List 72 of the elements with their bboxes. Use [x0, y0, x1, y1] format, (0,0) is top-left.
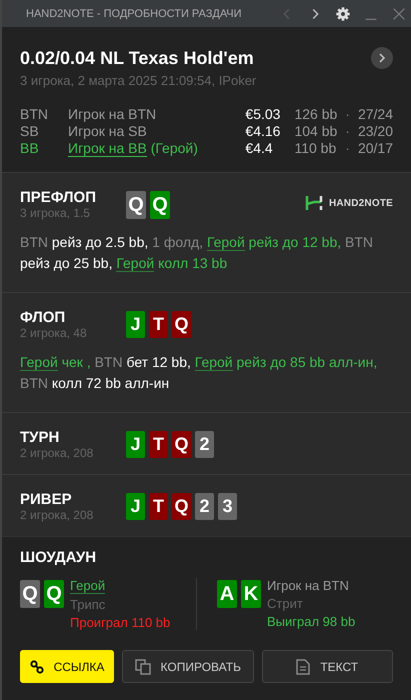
playing-card: T	[149, 431, 168, 458]
hero-link[interactable]: Герой	[116, 255, 154, 272]
text-button[interactable]: ТЕКСТ	[262, 650, 393, 683]
playing-card: 2	[195, 493, 214, 520]
playing-card: T	[149, 311, 168, 338]
hand-title: 0.02/0.04 NL Texas Hold'em	[20, 48, 255, 68]
link-button[interactable]: ССЫЛКА	[20, 650, 114, 683]
playing-card: Q	[172, 493, 191, 520]
street-info: 2 игрока, 48	[20, 326, 88, 340]
position-label: BTN	[20, 106, 49, 122]
player-name[interactable]: Герой	[70, 578, 106, 594]
street-info: 2 игрока, 208	[20, 446, 94, 460]
playing-card: Q	[150, 191, 170, 219]
playing-card: 2	[195, 431, 214, 458]
copy-button[interactable]: КОПИРОВАТЬ	[122, 650, 254, 683]
hero-link[interactable]: Герой	[206, 234, 245, 251]
playing-card: Q	[172, 431, 191, 458]
separator-dot: ·	[345, 123, 350, 139]
playing-card: Q	[20, 580, 40, 608]
playing-card: T	[149, 493, 168, 520]
stack-amount: €4.4	[245, 140, 274, 156]
street-info: 3 игрока, 1.5	[20, 206, 91, 220]
stack-amount: €5.03	[245, 106, 280, 122]
next-button[interactable]	[371, 47, 393, 69]
player-name: Игрок на BTN	[68, 106, 158, 122]
playing-card: 3	[218, 493, 237, 520]
link-icon	[30, 660, 44, 674]
stack-bb: 110 bb	[294, 140, 338, 156]
logo-icon	[304, 195, 323, 211]
action-summary: Герой чек , BTN бет 12 bb, Герой рейз до 85 bb алл-ин, BTN колл 72 bb алл-ин	[20, 353, 378, 393]
street-name: ПРЕФЛОП	[20, 189, 97, 206]
hand-rank: Трипс	[70, 597, 106, 612]
hand-rank: Стрит	[267, 596, 304, 611]
player-name: Игрок на SB	[68, 123, 148, 139]
playing-card: A	[217, 580, 237, 608]
playing-card: Q	[44, 580, 64, 608]
player-stats: 23/20	[358, 123, 393, 139]
hero-link[interactable]: Герой	[194, 354, 233, 371]
position-label: SB	[20, 123, 40, 139]
playing-card: Q	[126, 191, 146, 219]
separator-dot: ·	[345, 106, 350, 122]
chevron-icon	[377, 53, 387, 63]
player-name: Игрок на BTN	[267, 578, 350, 593]
playing-card: J	[126, 431, 145, 458]
hero-link[interactable]: Герой	[20, 354, 58, 371]
section-title: ШОУДАУН	[20, 549, 98, 566]
settings-icon[interactable]	[335, 6, 351, 22]
player-name[interactable]: Игрок на BB (Герой)	[68, 140, 238, 156]
stack-amount: €4.16	[245, 123, 280, 139]
position-label: BB	[20, 140, 40, 156]
close-icon[interactable]	[391, 6, 407, 22]
result-text: Проиграл 110 bb	[70, 615, 170, 630]
action-summary: BTN рейз до 2.5 bb, 1 фолд, Герой рейз до 12 bb, BTN рейз до 25 bb, Герой колл 13 bb	[20, 233, 374, 274]
copy-icon	[134, 658, 151, 674]
playing-card: K	[241, 580, 261, 608]
street-info: 2 игрока, 208	[20, 508, 94, 522]
stack-bb: 104 bb	[294, 123, 338, 139]
window-title: HAND2NOTE - ПОДРОБНОСТИ РАЗДАЧИ	[26, 8, 243, 20]
playing-card: Q	[172, 311, 191, 338]
street-name: ФЛОП	[20, 309, 66, 326]
hand-info: 3 игрока, 2 марта 2025 21:09:54, IPoker	[20, 73, 258, 88]
playing-card: J	[126, 311, 145, 338]
separator-dot: ·	[345, 140, 350, 156]
stack-bb: 126 bb	[294, 106, 338, 122]
street-name: РИВЕР	[20, 491, 73, 508]
logo-text: HAND2NOTE	[328, 198, 393, 208]
playing-card: J	[126, 493, 145, 520]
player-stats: 27/24	[358, 106, 393, 122]
player-stats: 20/17	[358, 140, 393, 156]
result-text: Выиграл 98 bb	[267, 614, 356, 629]
street-name: ТУРН	[20, 429, 60, 446]
document-icon	[296, 658, 310, 674]
